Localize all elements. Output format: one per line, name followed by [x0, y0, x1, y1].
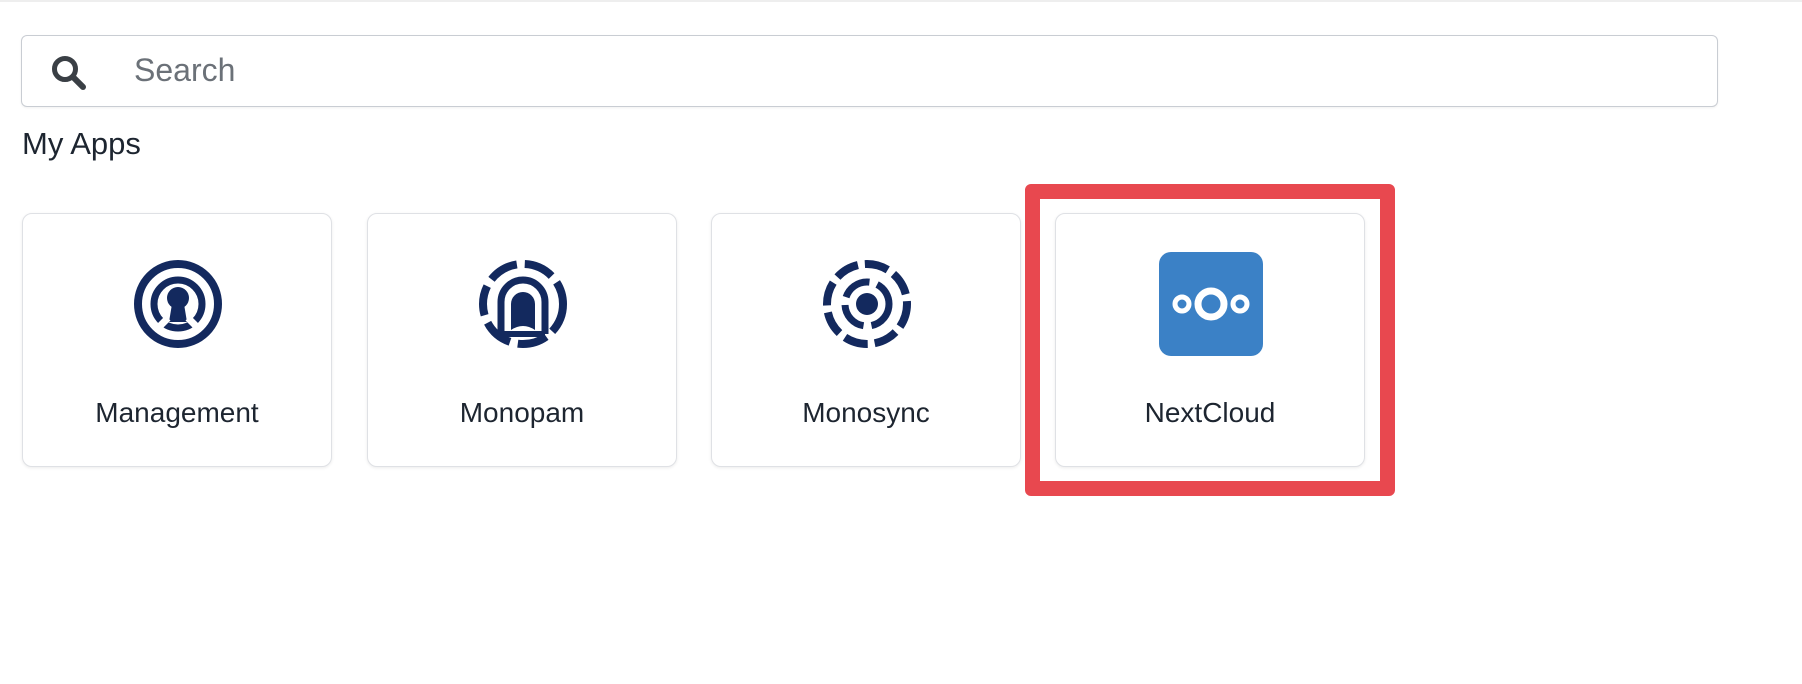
section-title: My Apps	[22, 126, 141, 161]
app-card-monosync[interactable]: Monosync	[711, 213, 1021, 467]
search-box[interactable]	[21, 35, 1718, 107]
monosync-icon	[823, 260, 911, 348]
monopam-icon	[479, 260, 567, 348]
app-card-monopam[interactable]: Monopam	[367, 213, 677, 467]
search-input[interactable]	[134, 36, 1694, 105]
management-icon	[134, 260, 222, 348]
app-card-nextcloud[interactable]: NextCloud	[1055, 213, 1365, 467]
app-label-monopam: Monopam	[459, 397, 585, 428]
app-launcher-page: My Apps Management Monopam Monosync	[0, 0, 1802, 684]
app-label-monosync: Monosync	[802, 397, 930, 428]
app-card-management[interactable]: Management	[22, 213, 332, 467]
top-divider	[0, 0, 1802, 2]
app-label-nextcloud: NextCloud	[1144, 397, 1276, 428]
search-icon	[52, 56, 86, 90]
nextcloud-icon	[1159, 252, 1263, 356]
app-label-management: Management	[95, 397, 259, 428]
